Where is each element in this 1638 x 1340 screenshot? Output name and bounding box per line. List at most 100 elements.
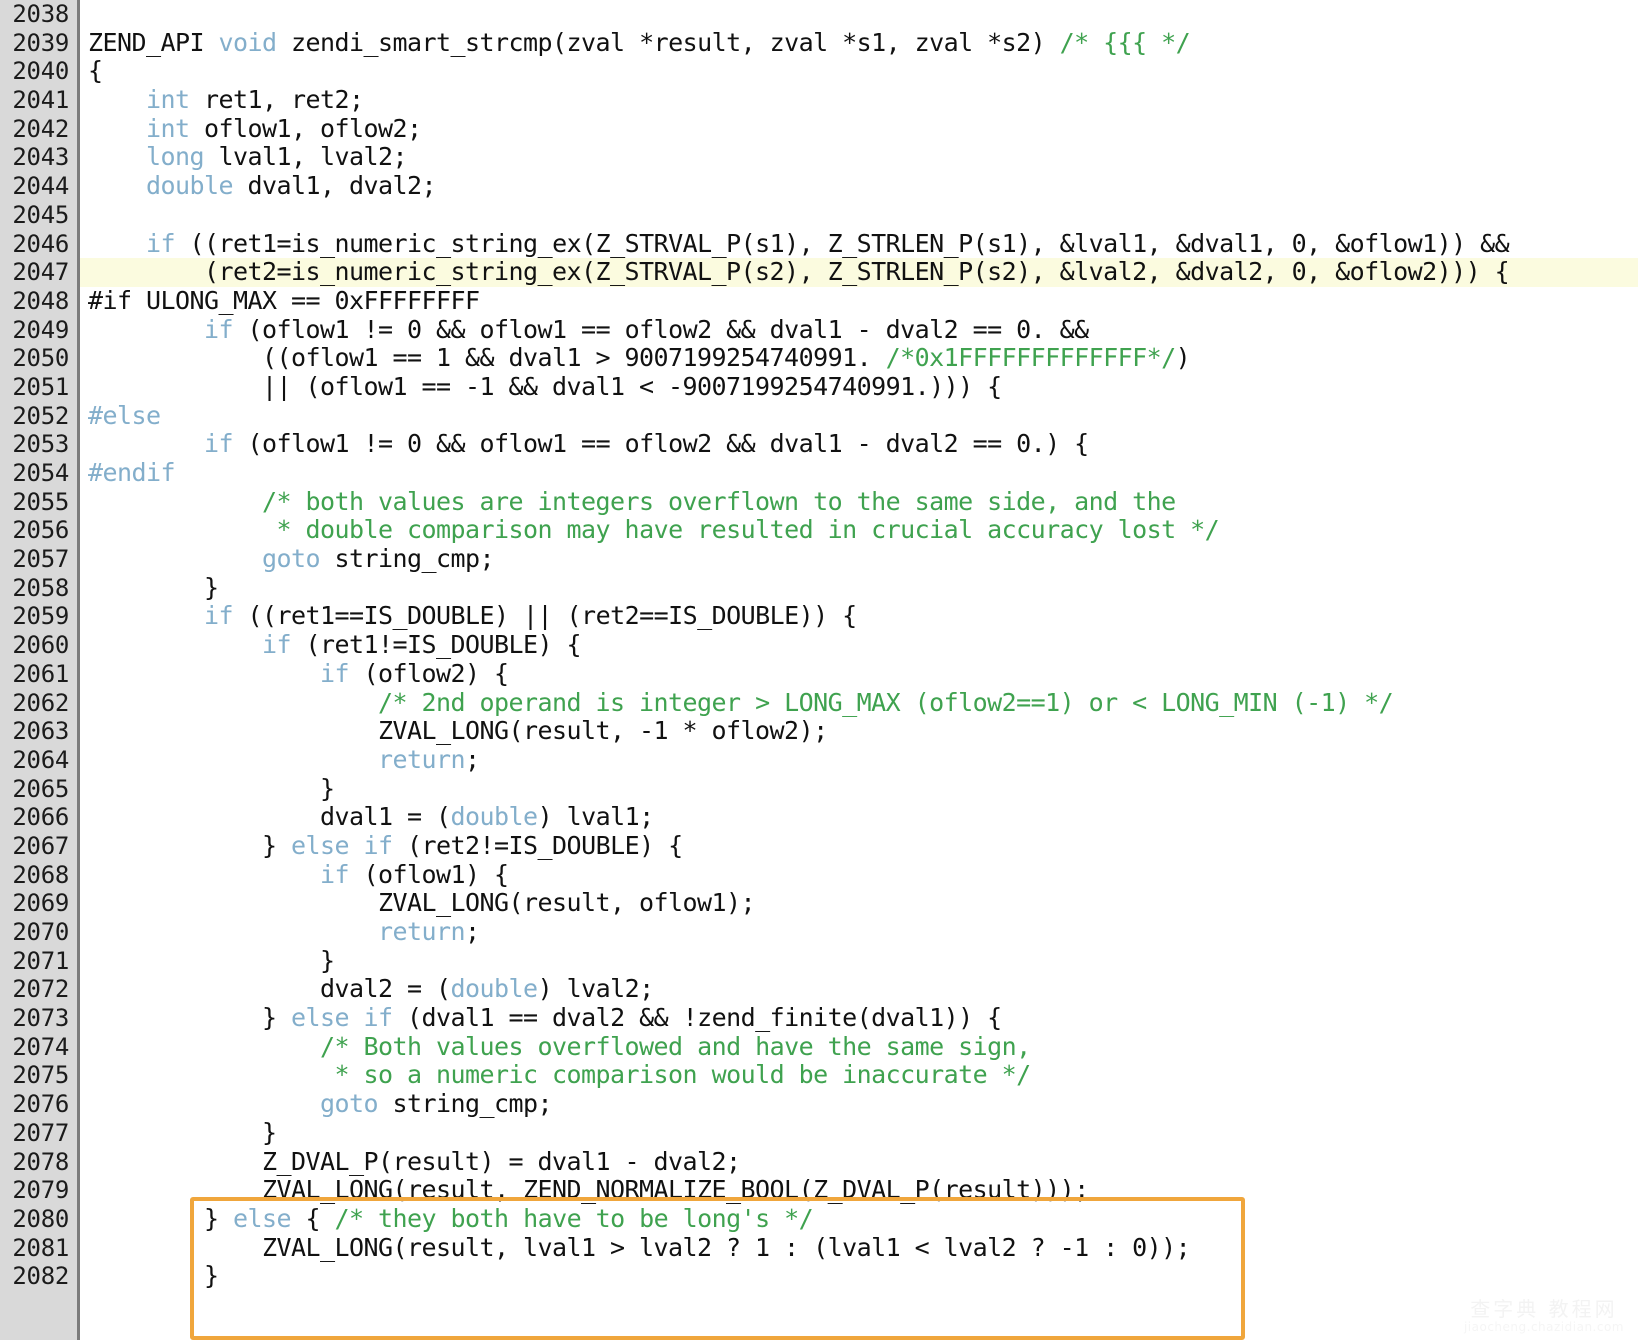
code-line-content[interactable]: if (oflow1 != 0 && oflow1 == oflow2 && d…	[80, 314, 1638, 345]
code-line-content[interactable]: } else { /* they both have to be long's …	[80, 1204, 1638, 1234]
code-line-content[interactable]: (ret2=is_numeric_string_ex(Z_STRVAL_P(s2…	[80, 257, 1638, 287]
code-line-content[interactable]: #if ULONG_MAX == 0xFFFFFFFF	[80, 286, 1638, 316]
code-line[interactable]: 2063 ZVAL_LONG(result, -1 * oflow2);	[0, 716, 1638, 746]
code-line[interactable]: 2081 ZVAL_LONG(result, lval1 > lval2 ? 1…	[0, 1233, 1638, 1263]
code-line[interactable]: 2077 }	[0, 1118, 1638, 1148]
code-line-content[interactable]: /* Both values overflowed and have the s…	[80, 1032, 1638, 1062]
code-line[interactable]: 2045	[0, 201, 1638, 230]
code-line-content[interactable]: if (oflow1 != 0 && oflow1 == oflow2 && d…	[80, 429, 1638, 459]
code-line[interactable]: 2044 double dval1, dval2;	[0, 171, 1638, 201]
code-line[interactable]: 2050 ((oflow1 == 1 && dval1 > 9007199254…	[0, 343, 1638, 373]
code-line[interactable]: 2046 if ((ret1=is_numeric_string_ex(Z_ST…	[0, 229, 1638, 259]
code-line[interactable]: 2060 if (ret1!=IS_DOUBLE) {	[0, 630, 1638, 660]
code-line-content[interactable]: return;	[80, 745, 1638, 775]
code-line-content[interactable]: return;	[80, 917, 1638, 947]
code-line-content[interactable]: dval2 = (double) lval2;	[80, 975, 1638, 1004]
code-line-content[interactable]: #else	[80, 401, 1638, 431]
code-line[interactable]: 2074 /* Both values overflowed and have …	[0, 1032, 1638, 1062]
code-line[interactable]: 2064 return;	[0, 745, 1638, 775]
code-line-content[interactable]	[80, 0, 1638, 29]
code-line[interactable]: 2073 } else if (dval1 == dval2 && !zend_…	[0, 1003, 1638, 1033]
code-line-content[interactable]	[80, 201, 1638, 230]
code-line[interactable]: 2059 if ((ret1==IS_DOUBLE) || (ret2==IS_…	[0, 602, 1638, 631]
code-line-content[interactable]: ((oflow1 == 1 && dval1 > 900719925474099…	[80, 343, 1638, 373]
code-line[interactable]: 2052 #else	[0, 401, 1638, 431]
code-line[interactable]: 2075 * so a numeric comparison would be …	[0, 1061, 1638, 1090]
code-line-content[interactable]: ZVAL_LONG(result, ZEND_NORMALIZE_BOOL(Z_…	[80, 1175, 1638, 1205]
code-line[interactable]: 2041 int ret1, ret2;	[0, 85, 1638, 115]
code-line-content[interactable]: goto string_cmp;	[80, 544, 1638, 574]
code-line-content[interactable]: if (oflow1) {	[80, 860, 1638, 890]
line-number: 2043	[12, 143, 69, 172]
code-line[interactable]: 2061 if (oflow2) {	[0, 659, 1638, 689]
code-line[interactable]: 2039 ZEND_API void zendi_smart_strcmp(zva…	[0, 27, 1638, 58]
code-line[interactable]: 2056 * double comparison may have result…	[0, 516, 1638, 545]
code-text: } else { /* they both have to be long's …	[88, 1204, 814, 1233]
code-line-content[interactable]: #endif	[80, 458, 1638, 488]
code-line[interactable]: 2055 /* both values are integers overflo…	[0, 487, 1638, 517]
code-text: ((oflow1 == 1 && dval1 > 900719925474099…	[88, 343, 1191, 372]
code-line-content[interactable]: long lval1, lval2;	[80, 143, 1638, 172]
code-line-content[interactable]: } else if (dval1 == dval2 && !zend_finit…	[80, 1003, 1638, 1033]
code-line[interactable]: 2048 #if ULONG_MAX == 0xFFFFFFFF	[0, 286, 1638, 316]
code-line[interactable]: 2051 || (oflow1 == -1 && dval1 < -900719…	[0, 372, 1638, 402]
code-line-content[interactable]: goto string_cmp;	[80, 1089, 1638, 1119]
code-line[interactable]: 2053 if (oflow1 != 0 && oflow1 == oflow2…	[0, 429, 1638, 459]
code-line[interactable]: 2072 dval2 = (double) lval2;	[0, 975, 1638, 1004]
code-line[interactable]: 2054 #endif	[0, 458, 1638, 488]
code-line-content[interactable]: {	[80, 57, 1638, 86]
code-line-content[interactable]: double dval1, dval2;	[80, 171, 1638, 201]
line-number: 2066	[12, 803, 69, 832]
code-line[interactable]: 2066 dval1 = (double) lval1;	[0, 802, 1638, 832]
code-line[interactable]: 2058 }	[0, 573, 1638, 603]
code-token-kw: if	[204, 314, 234, 344]
code-line-content[interactable]: int oflow1, oflow2;	[80, 113, 1638, 144]
code-line-content[interactable]: ZVAL_LONG(result, lval1 > lval2 ? 1 : (l…	[80, 1233, 1638, 1263]
code-line-content[interactable]: dval1 = (double) lval1;	[80, 802, 1638, 832]
code-line-content[interactable]: if ((ret1=is_numeric_string_ex(Z_STRVAL_…	[80, 229, 1638, 259]
code-line[interactable]: 2069 ZVAL_LONG(result, oflow1);	[0, 888, 1638, 918]
code-line[interactable]: 2076 goto string_cmp;	[0, 1089, 1638, 1119]
code-line[interactable]: 2038	[0, 0, 1638, 29]
code-line-content[interactable]: /* 2nd operand is integer > LONG_MAX (of…	[80, 688, 1638, 718]
code-line[interactable]: 2068 if (oflow1) {	[0, 860, 1638, 890]
code-line-content[interactable]: Z_DVAL_P(result) = dval1 - dval2;	[80, 1147, 1638, 1177]
code-line-content[interactable]: if (ret1!=IS_DOUBLE) {	[80, 630, 1638, 660]
code-line[interactable]: 2047 (ret2=is_numeric_string_ex(Z_STRVAL…	[0, 257, 1638, 287]
code-line-content[interactable]: } else if (ret2!=IS_DOUBLE) {	[80, 831, 1638, 861]
code-line[interactable]: 2043 long lval1, lval2;	[0, 143, 1638, 172]
code-line-content[interactable]: int ret1, ret2;	[80, 85, 1638, 115]
code-line[interactable]: 2082 }	[0, 1261, 1638, 1291]
code-line-content[interactable]: }	[80, 774, 1638, 804]
code-line[interactable]: 2067 } else if (ret2!=IS_DOUBLE) {	[0, 831, 1638, 861]
code-line-content[interactable]: * so a numeric comparison would be inacc…	[80, 1061, 1638, 1090]
code-token-plain: ) lval2;	[537, 974, 655, 1004]
code-line[interactable]: 2049 if (oflow1 != 0 && oflow1 == oflow2…	[0, 314, 1638, 345]
code-line[interactable]: 2057 goto string_cmp;	[0, 544, 1638, 574]
code-line-content[interactable]: if ((ret1==IS_DOUBLE) || (ret2==IS_DOUBL…	[80, 602, 1638, 631]
code-line-content[interactable]: || (oflow1 == -1 && dval1 < -90071992547…	[80, 372, 1638, 402]
code-line-content[interactable]: * double comparison may have resulted in…	[80, 516, 1638, 545]
code-line[interactable]: 2070 return;	[0, 917, 1638, 947]
code-line-content[interactable]: }	[80, 573, 1638, 603]
code-line-content[interactable]: ZVAL_LONG(result, oflow1);	[80, 888, 1638, 918]
code-line[interactable]: 2079 ZVAL_LONG(result, ZEND_NORMALIZE_BO…	[0, 1175, 1638, 1205]
code-line[interactable]: 2040 {	[0, 57, 1638, 86]
code-line-content[interactable]: /* both values are integers overflown to…	[80, 487, 1638, 517]
code-line[interactable]: 2042 int oflow1, oflow2;	[0, 113, 1638, 144]
code-line-content[interactable]: ZVAL_LONG(result, -1 * oflow2);	[80, 716, 1638, 746]
code-line[interactable]: 2071 }	[0, 946, 1638, 976]
code-line-content[interactable]: if (oflow2) {	[80, 659, 1638, 689]
code-line[interactable]: 2080 } else { /* they both have to be lo…	[0, 1204, 1638, 1234]
code-token-plain: oflow1, oflow2;	[189, 113, 422, 143]
code-line[interactable]: 2062 /* 2nd operand is integer > LONG_MA…	[0, 688, 1638, 718]
code-line[interactable]: 2078 Z_DVAL_P(result) = dval1 - dval2;	[0, 1147, 1638, 1177]
code-line[interactable]: 2065 }	[0, 774, 1638, 804]
code-line-content[interactable]: }	[80, 1118, 1638, 1148]
code-token-cmt: /* {{{ */	[1059, 27, 1191, 57]
line-number: 2046	[12, 229, 69, 258]
code-line-content[interactable]: ZEND_API void zendi_smart_strcmp(zval *r…	[80, 27, 1638, 58]
code-line-content[interactable]: }	[80, 946, 1638, 976]
code-line-content[interactable]: }	[80, 1261, 1638, 1291]
